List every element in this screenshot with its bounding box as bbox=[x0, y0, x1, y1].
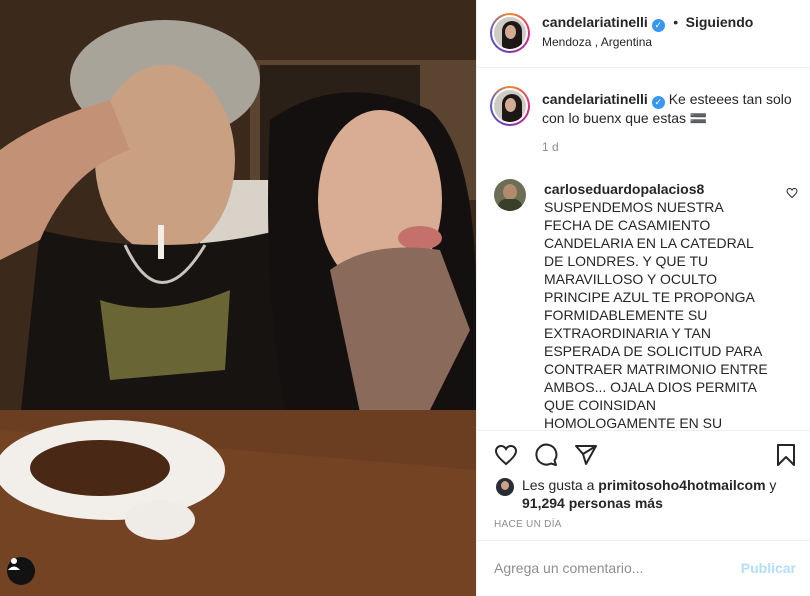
post-date[interactable]: HACE UN DÍA bbox=[494, 519, 562, 530]
liker-username[interactable]: primitosoho4hotmailcom bbox=[598, 477, 765, 493]
comment-input[interactable]: Agrega un comentario... bbox=[494, 560, 643, 576]
publish-button[interactable]: Publicar bbox=[741, 560, 796, 576]
caption: candelariatinelli ✓ Ke esteees tan solo c… bbox=[542, 90, 792, 127]
author-avatar[interactable] bbox=[490, 13, 530, 53]
author-username[interactable]: candelariatinelli bbox=[542, 14, 648, 30]
like-button[interactable] bbox=[493, 442, 519, 468]
likes-prefix: Les gusta a bbox=[522, 477, 599, 493]
caption-avatar-image bbox=[494, 90, 526, 122]
comment-button[interactable] bbox=[533, 442, 559, 468]
comment-icon bbox=[535, 443, 558, 466]
caption-username[interactable]: candelariatinelli bbox=[542, 91, 648, 107]
author-avatar-image bbox=[494, 17, 526, 49]
commenter-username[interactable]: carloseduardopalacios8 bbox=[544, 180, 768, 198]
share-button[interactable] bbox=[573, 442, 599, 468]
liker-avatar[interactable] bbox=[496, 478, 514, 496]
commenter-avatar[interactable] bbox=[494, 179, 526, 211]
user-tag-button[interactable] bbox=[7, 557, 35, 585]
comment-like-button[interactable] bbox=[785, 186, 799, 200]
caption-time[interactable]: 1 d bbox=[542, 140, 559, 154]
verified-badge-icon: ✓ bbox=[651, 19, 665, 32]
comments-section[interactable]: candelariatinelli ✓ Ke esteees tan solo c… bbox=[477, 68, 810, 430]
likes-middle: y bbox=[765, 477, 777, 493]
comment-item: carloseduardopalacios8 SUSPENDEMOS NUEST… bbox=[544, 180, 768, 430]
small-heart-icon bbox=[786, 187, 798, 199]
bookmark-icon bbox=[777, 444, 795, 466]
post-photo[interactable] bbox=[0, 0, 476, 596]
photo-illustration bbox=[0, 0, 476, 596]
post-side-panel: candelariatinelli ✓ • Siguiendo Mendoza ,… bbox=[476, 0, 810, 596]
heart-icon bbox=[494, 444, 518, 466]
caption-avatar[interactable] bbox=[490, 86, 530, 126]
post-actions: Les gusta a primitosoho4hotmailcom y 91,… bbox=[477, 430, 810, 540]
header-separator: • bbox=[673, 14, 679, 30]
user-tag-icon bbox=[8, 558, 20, 570]
caption-verified-icon: ✓ bbox=[651, 96, 665, 109]
likes-count[interactable]: 91,294 personas más bbox=[522, 495, 663, 511]
following-button[interactable]: Siguiendo bbox=[686, 14, 754, 30]
post-location[interactable]: Mendoza , Argentina bbox=[542, 35, 652, 49]
likes-summary: Les gusta a primitosoho4hotmailcom y 91,… bbox=[522, 476, 802, 512]
add-comment-bar: Agrega un comentario... Publicar bbox=[477, 540, 810, 596]
post-header: candelariatinelli ✓ • Siguiendo Mendoza ,… bbox=[477, 0, 810, 68]
paper-plane-icon bbox=[575, 445, 597, 465]
save-button[interactable] bbox=[773, 442, 799, 468]
comment-text: SUSPENDEMOS NUESTRA FECHA DE CASAMIENTO … bbox=[544, 199, 768, 430]
